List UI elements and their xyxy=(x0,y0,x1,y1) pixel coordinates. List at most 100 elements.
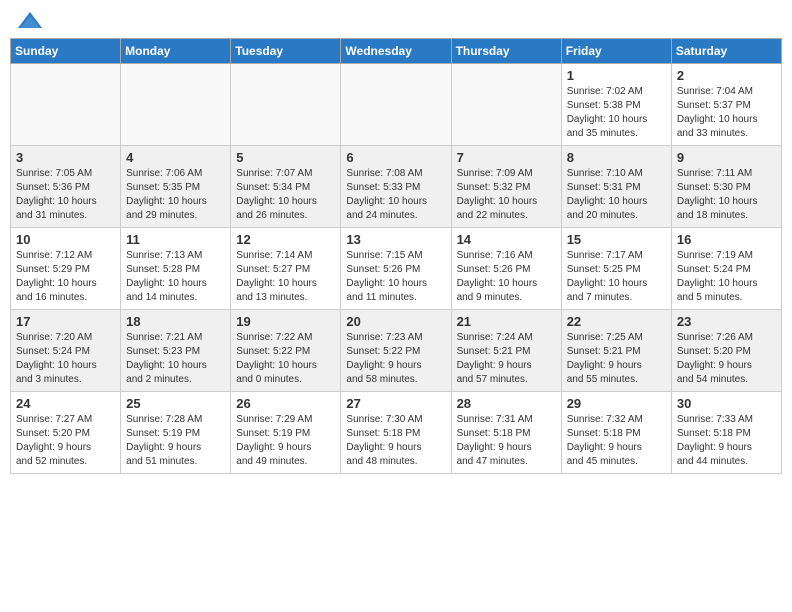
day-number: 18 xyxy=(126,314,225,329)
calendar-cell: 9 Sunrise: 7:11 AM Sunset: 5:30 PM Daylig… xyxy=(671,146,781,228)
calendar-cell: 11 Sunrise: 7:13 AM Sunset: 5:28 PM Dayli… xyxy=(121,228,231,310)
calendar-cell: 28 Sunrise: 7:31 AM Sunset: 5:18 PM Dayli… xyxy=(451,392,561,474)
calendar-cell: 17 Sunrise: 7:20 AM Sunset: 5:24 PM Dayli… xyxy=(11,310,121,392)
day-number: 9 xyxy=(677,150,776,165)
day-detail: Sunrise: 7:02 AM Sunset: 5:38 PM Dayligh… xyxy=(567,85,666,141)
weekday-header-thursday: Thursday xyxy=(451,39,561,64)
day-number: 29 xyxy=(567,396,666,411)
day-detail: Sunrise: 7:33 AM Sunset: 5:18 PM Dayligh… xyxy=(677,413,776,469)
day-detail: Sunrise: 7:15 AM Sunset: 5:26 PM Dayligh… xyxy=(346,249,445,305)
day-detail: Sunrise: 7:07 AM Sunset: 5:34 PM Dayligh… xyxy=(236,167,335,223)
calendar-cell: 4 Sunrise: 7:06 AM Sunset: 5:35 PM Daylig… xyxy=(121,146,231,228)
calendar-cell xyxy=(121,64,231,146)
day-detail: Sunrise: 7:10 AM Sunset: 5:31 PM Dayligh… xyxy=(567,167,666,223)
calendar-cell: 30 Sunrise: 7:33 AM Sunset: 5:18 PM Dayli… xyxy=(671,392,781,474)
day-detail: Sunrise: 7:23 AM Sunset: 5:22 PM Dayligh… xyxy=(346,331,445,387)
day-detail: Sunrise: 7:14 AM Sunset: 5:27 PM Dayligh… xyxy=(236,249,335,305)
calendar-cell: 26 Sunrise: 7:29 AM Sunset: 5:19 PM Dayli… xyxy=(231,392,341,474)
calendar-cell xyxy=(11,64,121,146)
logo-icon xyxy=(16,10,44,32)
day-number: 30 xyxy=(677,396,776,411)
calendar-cell: 23 Sunrise: 7:26 AM Sunset: 5:20 PM Dayli… xyxy=(671,310,781,392)
day-number: 4 xyxy=(126,150,225,165)
day-number: 6 xyxy=(346,150,445,165)
calendar-cell: 19 Sunrise: 7:22 AM Sunset: 5:22 PM Dayli… xyxy=(231,310,341,392)
weekday-header-friday: Friday xyxy=(561,39,671,64)
day-detail: Sunrise: 7:27 AM Sunset: 5:20 PM Dayligh… xyxy=(16,413,115,469)
calendar-cell xyxy=(341,64,451,146)
weekday-header-monday: Monday xyxy=(121,39,231,64)
calendar-cell: 16 Sunrise: 7:19 AM Sunset: 5:24 PM Dayli… xyxy=(671,228,781,310)
day-detail: Sunrise: 7:24 AM Sunset: 5:21 PM Dayligh… xyxy=(457,331,556,387)
calendar-cell: 18 Sunrise: 7:21 AM Sunset: 5:23 PM Dayli… xyxy=(121,310,231,392)
day-number: 3 xyxy=(16,150,115,165)
day-detail: Sunrise: 7:06 AM Sunset: 5:35 PM Dayligh… xyxy=(126,167,225,223)
day-number: 24 xyxy=(16,396,115,411)
day-number: 25 xyxy=(126,396,225,411)
day-number: 27 xyxy=(346,396,445,411)
day-number: 11 xyxy=(126,232,225,247)
calendar-cell xyxy=(451,64,561,146)
day-number: 5 xyxy=(236,150,335,165)
day-detail: Sunrise: 7:21 AM Sunset: 5:23 PM Dayligh… xyxy=(126,331,225,387)
day-number: 10 xyxy=(16,232,115,247)
calendar-cell: 12Sunrise: 7:14 AM Sunset: 5:27 PM Dayli… xyxy=(231,228,341,310)
day-detail: Sunrise: 7:28 AM Sunset: 5:19 PM Dayligh… xyxy=(126,413,225,469)
calendar-table: SundayMondayTuesdayWednesdayThursdayFrid… xyxy=(10,38,782,474)
day-detail: Sunrise: 7:32 AM Sunset: 5:18 PM Dayligh… xyxy=(567,413,666,469)
day-detail: Sunrise: 7:08 AM Sunset: 5:33 PM Dayligh… xyxy=(346,167,445,223)
day-detail: Sunrise: 7:29 AM Sunset: 5:19 PM Dayligh… xyxy=(236,413,335,469)
day-number: 22 xyxy=(567,314,666,329)
day-number: 13 xyxy=(346,232,445,247)
day-number: 2 xyxy=(677,68,776,83)
weekday-header-tuesday: Tuesday xyxy=(231,39,341,64)
day-detail: Sunrise: 7:16 AM Sunset: 5:26 PM Dayligh… xyxy=(457,249,556,305)
day-number: 14 xyxy=(457,232,556,247)
calendar-cell: 25 Sunrise: 7:28 AM Sunset: 5:19 PM Dayli… xyxy=(121,392,231,474)
calendar-cell: 24 Sunrise: 7:27 AM Sunset: 5:20 PM Dayli… xyxy=(11,392,121,474)
calendar-cell: 22 Sunrise: 7:25 AM Sunset: 5:21 PM Dayli… xyxy=(561,310,671,392)
day-detail: Sunrise: 7:30 AM Sunset: 5:18 PM Dayligh… xyxy=(346,413,445,469)
day-number: 15 xyxy=(567,232,666,247)
day-number: 8 xyxy=(567,150,666,165)
calendar-cell xyxy=(231,64,341,146)
day-detail: Sunrise: 7:13 AM Sunset: 5:28 PM Dayligh… xyxy=(126,249,225,305)
day-detail: Sunrise: 7:31 AM Sunset: 5:18 PM Dayligh… xyxy=(457,413,556,469)
day-number: 17 xyxy=(16,314,115,329)
day-number: 28 xyxy=(457,396,556,411)
calendar-cell: 13 Sunrise: 7:15 AM Sunset: 5:26 PM Dayli… xyxy=(341,228,451,310)
day-number: 23 xyxy=(677,314,776,329)
calendar-cell: 10Sunrise: 7:12 AM Sunset: 5:29 PM Dayli… xyxy=(11,228,121,310)
calendar-cell: 2 Sunrise: 7:04 AM Sunset: 5:37 PM Daylig… xyxy=(671,64,781,146)
calendar-cell: 27 Sunrise: 7:30 AM Sunset: 5:18 PM Dayli… xyxy=(341,392,451,474)
calendar-cell: 29 Sunrise: 7:32 AM Sunset: 5:18 PM Dayli… xyxy=(561,392,671,474)
day-detail: Sunrise: 7:19 AM Sunset: 5:24 PM Dayligh… xyxy=(677,249,776,305)
calendar-cell: 20 Sunrise: 7:23 AM Sunset: 5:22 PM Dayli… xyxy=(341,310,451,392)
calendar-cell: 14 Sunrise: 7:16 AM Sunset: 5:26 PM Dayli… xyxy=(451,228,561,310)
calendar-cell: 1Sunrise: 7:02 AM Sunset: 5:38 PM Daylig… xyxy=(561,64,671,146)
weekday-header-sunday: Sunday xyxy=(11,39,121,64)
day-detail: Sunrise: 7:04 AM Sunset: 5:37 PM Dayligh… xyxy=(677,85,776,141)
day-number: 20 xyxy=(346,314,445,329)
day-detail: Sunrise: 7:25 AM Sunset: 5:21 PM Dayligh… xyxy=(567,331,666,387)
day-detail: Sunrise: 7:09 AM Sunset: 5:32 PM Dayligh… xyxy=(457,167,556,223)
page-header xyxy=(0,0,792,38)
day-detail: Sunrise: 7:22 AM Sunset: 5:22 PM Dayligh… xyxy=(236,331,335,387)
day-number: 21 xyxy=(457,314,556,329)
day-detail: Sunrise: 7:17 AM Sunset: 5:25 PM Dayligh… xyxy=(567,249,666,305)
calendar-cell: 15 Sunrise: 7:17 AM Sunset: 5:25 PM Dayli… xyxy=(561,228,671,310)
calendar-cell: 3 Sunrise: 7:05 AM Sunset: 5:36 PM Daylig… xyxy=(11,146,121,228)
calendar-cell: 7Sunrise: 7:09 AM Sunset: 5:32 PM Daylig… xyxy=(451,146,561,228)
day-detail: Sunrise: 7:26 AM Sunset: 5:20 PM Dayligh… xyxy=(677,331,776,387)
day-number: 26 xyxy=(236,396,335,411)
weekday-header-wednesday: Wednesday xyxy=(341,39,451,64)
day-number: 19 xyxy=(236,314,335,329)
calendar-cell: 6 Sunrise: 7:08 AM Sunset: 5:33 PM Daylig… xyxy=(341,146,451,228)
day-number: 16 xyxy=(677,232,776,247)
calendar-cell: 21 Sunrise: 7:24 AM Sunset: 5:21 PM Dayli… xyxy=(451,310,561,392)
logo xyxy=(16,10,48,32)
day-detail: Sunrise: 7:05 AM Sunset: 5:36 PM Dayligh… xyxy=(16,167,115,223)
day-detail: Sunrise: 7:20 AM Sunset: 5:24 PM Dayligh… xyxy=(16,331,115,387)
calendar-cell: 5 Sunrise: 7:07 AM Sunset: 5:34 PM Daylig… xyxy=(231,146,341,228)
day-detail: Sunrise: 7:11 AM Sunset: 5:30 PM Dayligh… xyxy=(677,167,776,223)
